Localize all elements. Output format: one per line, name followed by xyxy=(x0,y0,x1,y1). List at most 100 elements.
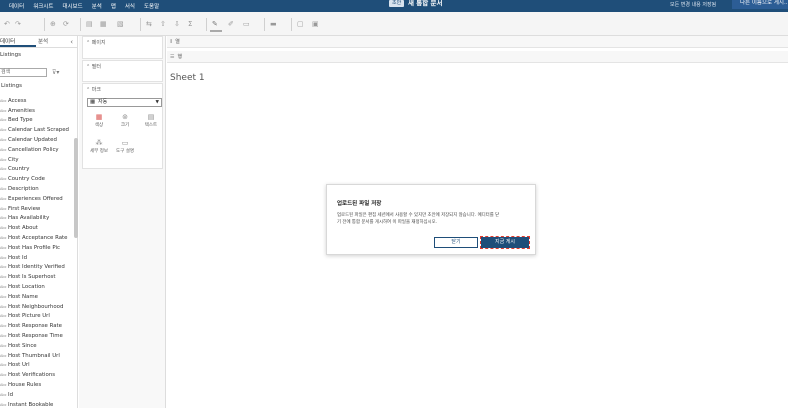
menu-dashboard[interactable]: 대시보드 xyxy=(62,2,82,10)
field-item[interactable]: Abc Host Identity Verified xyxy=(0,263,72,273)
close-button[interactable]: 닫기 xyxy=(434,237,478,248)
menu-analysis[interactable]: 분석 xyxy=(92,2,102,10)
field-item[interactable]: Abc Calendar Updated xyxy=(0,135,72,145)
new-worksheet-icon[interactable]: ▤ xyxy=(86,20,93,29)
field-item[interactable]: Abc First Review xyxy=(0,204,72,214)
field-item[interactable]: Abc Id xyxy=(0,390,72,400)
string-field-icon: Abc xyxy=(0,196,7,201)
filter-icon[interactable]: ⊽▾ xyxy=(52,69,59,76)
publish-now-button[interactable]: 지금 게시 xyxy=(480,236,530,249)
publish-as-button[interactable]: 다른 이름으로 게시... xyxy=(732,0,788,9)
menu-help[interactable]: 도움말 xyxy=(144,2,159,10)
fit-icon[interactable]: ▭ xyxy=(243,20,250,29)
labels-icon[interactable]: ✐ xyxy=(228,20,234,29)
field-item[interactable]: Abc Description xyxy=(0,184,72,194)
field-item[interactable]: Abc Experiences Offered xyxy=(0,194,72,204)
field-item[interactable]: Abc Host Picture Url xyxy=(0,312,72,322)
field-item[interactable]: Abc Host Response Time xyxy=(0,331,72,341)
table-header[interactable]: Listings xyxy=(0,83,77,93)
columns-shelf[interactable]: ⦀ 열 xyxy=(167,36,788,48)
filters-card-header[interactable]: ⌃ 필터 xyxy=(83,61,162,72)
field-item[interactable]: Abc Host Neighbourhood xyxy=(0,302,72,312)
toolbar-divider xyxy=(206,18,207,31)
tab-analysis[interactable]: 분석 xyxy=(36,36,48,47)
tooltip-icon[interactable]: ▢ xyxy=(297,20,304,29)
duplicate-sheet-icon[interactable]: ▦ xyxy=(100,20,107,29)
string-field-icon: Abc xyxy=(0,265,7,270)
color-button[interactable]: ▦ 색상 xyxy=(88,111,110,132)
field-item[interactable]: Abc Cancellation Policy xyxy=(0,145,72,155)
columns-label: 열 xyxy=(175,39,180,45)
field-item[interactable]: Abc Host Location xyxy=(0,282,72,292)
field-item[interactable]: Abc Host Has Profile Pic xyxy=(0,243,72,253)
undo-icon[interactable]: ↶ xyxy=(4,20,10,29)
detail-button[interactable]: ⁂ 세부 정보 xyxy=(88,137,110,158)
save-file-dialog: 업로드된 파일 저장 업로드된 파일은 편집 세션에서 사용할 수 있지만 초안… xyxy=(326,184,536,255)
size-icon: ⊚ xyxy=(122,113,128,121)
field-item[interactable]: Abc Host Verifications xyxy=(0,370,72,380)
text-button[interactable]: ▤ 텍스트 xyxy=(140,111,162,132)
field-item[interactable]: Abc Host Name xyxy=(0,292,72,302)
rows-shelf[interactable]: ☰ 행 xyxy=(167,51,788,63)
clear-sheet-icon[interactable]: ▧ xyxy=(117,20,124,29)
menu-map[interactable]: 맵 xyxy=(111,2,116,10)
sheet-title[interactable]: Sheet 1 xyxy=(170,73,205,83)
document-title[interactable]: 새 통합 문서 xyxy=(408,0,442,6)
field-item[interactable]: Abc Host Id xyxy=(0,253,72,263)
new-datasource-icon[interactable]: ⊕ xyxy=(50,20,56,29)
field-item[interactable]: Abc Host Is Superhost xyxy=(0,272,72,282)
menu-format[interactable]: 서식 xyxy=(125,2,135,10)
string-field-icon: Abc xyxy=(0,343,7,348)
swap-icon[interactable]: ⇆ xyxy=(146,20,152,29)
field-label: Instant Bookable xyxy=(8,401,54,408)
field-item[interactable]: Abc Host About xyxy=(0,223,72,233)
pages-card-header[interactable]: ⌃ 페이지 xyxy=(83,37,162,48)
field-label: House Rules xyxy=(8,382,42,388)
string-field-icon: Abc xyxy=(0,245,7,250)
field-item[interactable]: Abc City xyxy=(0,155,72,165)
sort-asc-icon[interactable]: ⇧ xyxy=(160,20,166,29)
pages-card: ⌃ 페이지 xyxy=(82,36,163,59)
field-item[interactable]: Abc Host Since xyxy=(0,341,72,351)
field-item[interactable]: Abc Access xyxy=(0,96,72,106)
menu-data[interactable]: 데이터 xyxy=(9,2,24,10)
show-cards-icon[interactable]: ▬ xyxy=(270,20,277,29)
string-field-icon: Abc xyxy=(0,363,7,368)
present-icon[interactable]: ▣ xyxy=(312,20,319,29)
field-item[interactable]: Abc Host Acceptance Rate xyxy=(0,233,72,243)
field-item[interactable]: Abc Country xyxy=(0,165,72,175)
field-label: Host Thumbnail Url xyxy=(8,352,60,359)
field-item[interactable]: Abc Instant Bookable xyxy=(0,400,72,408)
field-item[interactable]: Abc Host Response Rate xyxy=(0,321,72,331)
menu-worksheet[interactable]: 워크시트 xyxy=(33,2,53,10)
sort-desc-icon[interactable]: ⇩ xyxy=(174,20,180,29)
totals-icon[interactable]: Σ xyxy=(188,20,192,29)
scrollbar[interactable] xyxy=(74,138,78,238)
field-item[interactable]: Abc Amenities xyxy=(0,106,72,116)
field-item[interactable]: Abc Country Code xyxy=(0,174,72,184)
top-menu-bar: 데이터 워크시트 대시보드 분석 맵 서식 도움말 초안 새 통합 문서 모든 … xyxy=(0,0,788,12)
search-input[interactable]: 검색 xyxy=(0,68,47,77)
collapse-pane-icon[interactable]: ‹ xyxy=(70,36,73,48)
highlight-icon[interactable]: ✎ xyxy=(212,20,218,29)
redo-icon[interactable]: ↷ xyxy=(15,20,21,29)
field-item[interactable]: Abc House Rules xyxy=(0,380,72,390)
field-item[interactable]: Abc Host Thumbnail Url xyxy=(0,351,72,361)
field-item[interactable]: Abc Calendar Last Scraped xyxy=(0,125,72,135)
toolbar-divider xyxy=(264,18,265,31)
marks-card-header[interactable]: ⌃ 마크 xyxy=(83,84,162,95)
mark-type-select[interactable]: ▦ 자동 ▼ xyxy=(87,98,162,107)
pages-label: 페이지 xyxy=(91,40,106,46)
tab-data[interactable]: 데이터 xyxy=(0,36,36,47)
field-label: Calendar Last Scraped xyxy=(8,127,69,134)
tooltip-button[interactable]: ▭ 도구 설명 xyxy=(114,137,136,158)
field-item[interactable]: Abc Bed Type xyxy=(0,116,72,126)
field-label: Host Picture Url xyxy=(8,313,50,320)
pause-updates-icon[interactable]: ⟳ xyxy=(63,20,69,29)
datasource-name[interactable]: Listings xyxy=(0,48,77,62)
size-button[interactable]: ⊚ 크기 xyxy=(114,111,136,132)
field-item[interactable]: Abc Has Availability xyxy=(0,214,72,224)
field-label: Bed Type xyxy=(8,117,33,124)
rows-label: 행 xyxy=(177,54,183,60)
field-item[interactable]: Abc Host Url xyxy=(0,361,72,371)
